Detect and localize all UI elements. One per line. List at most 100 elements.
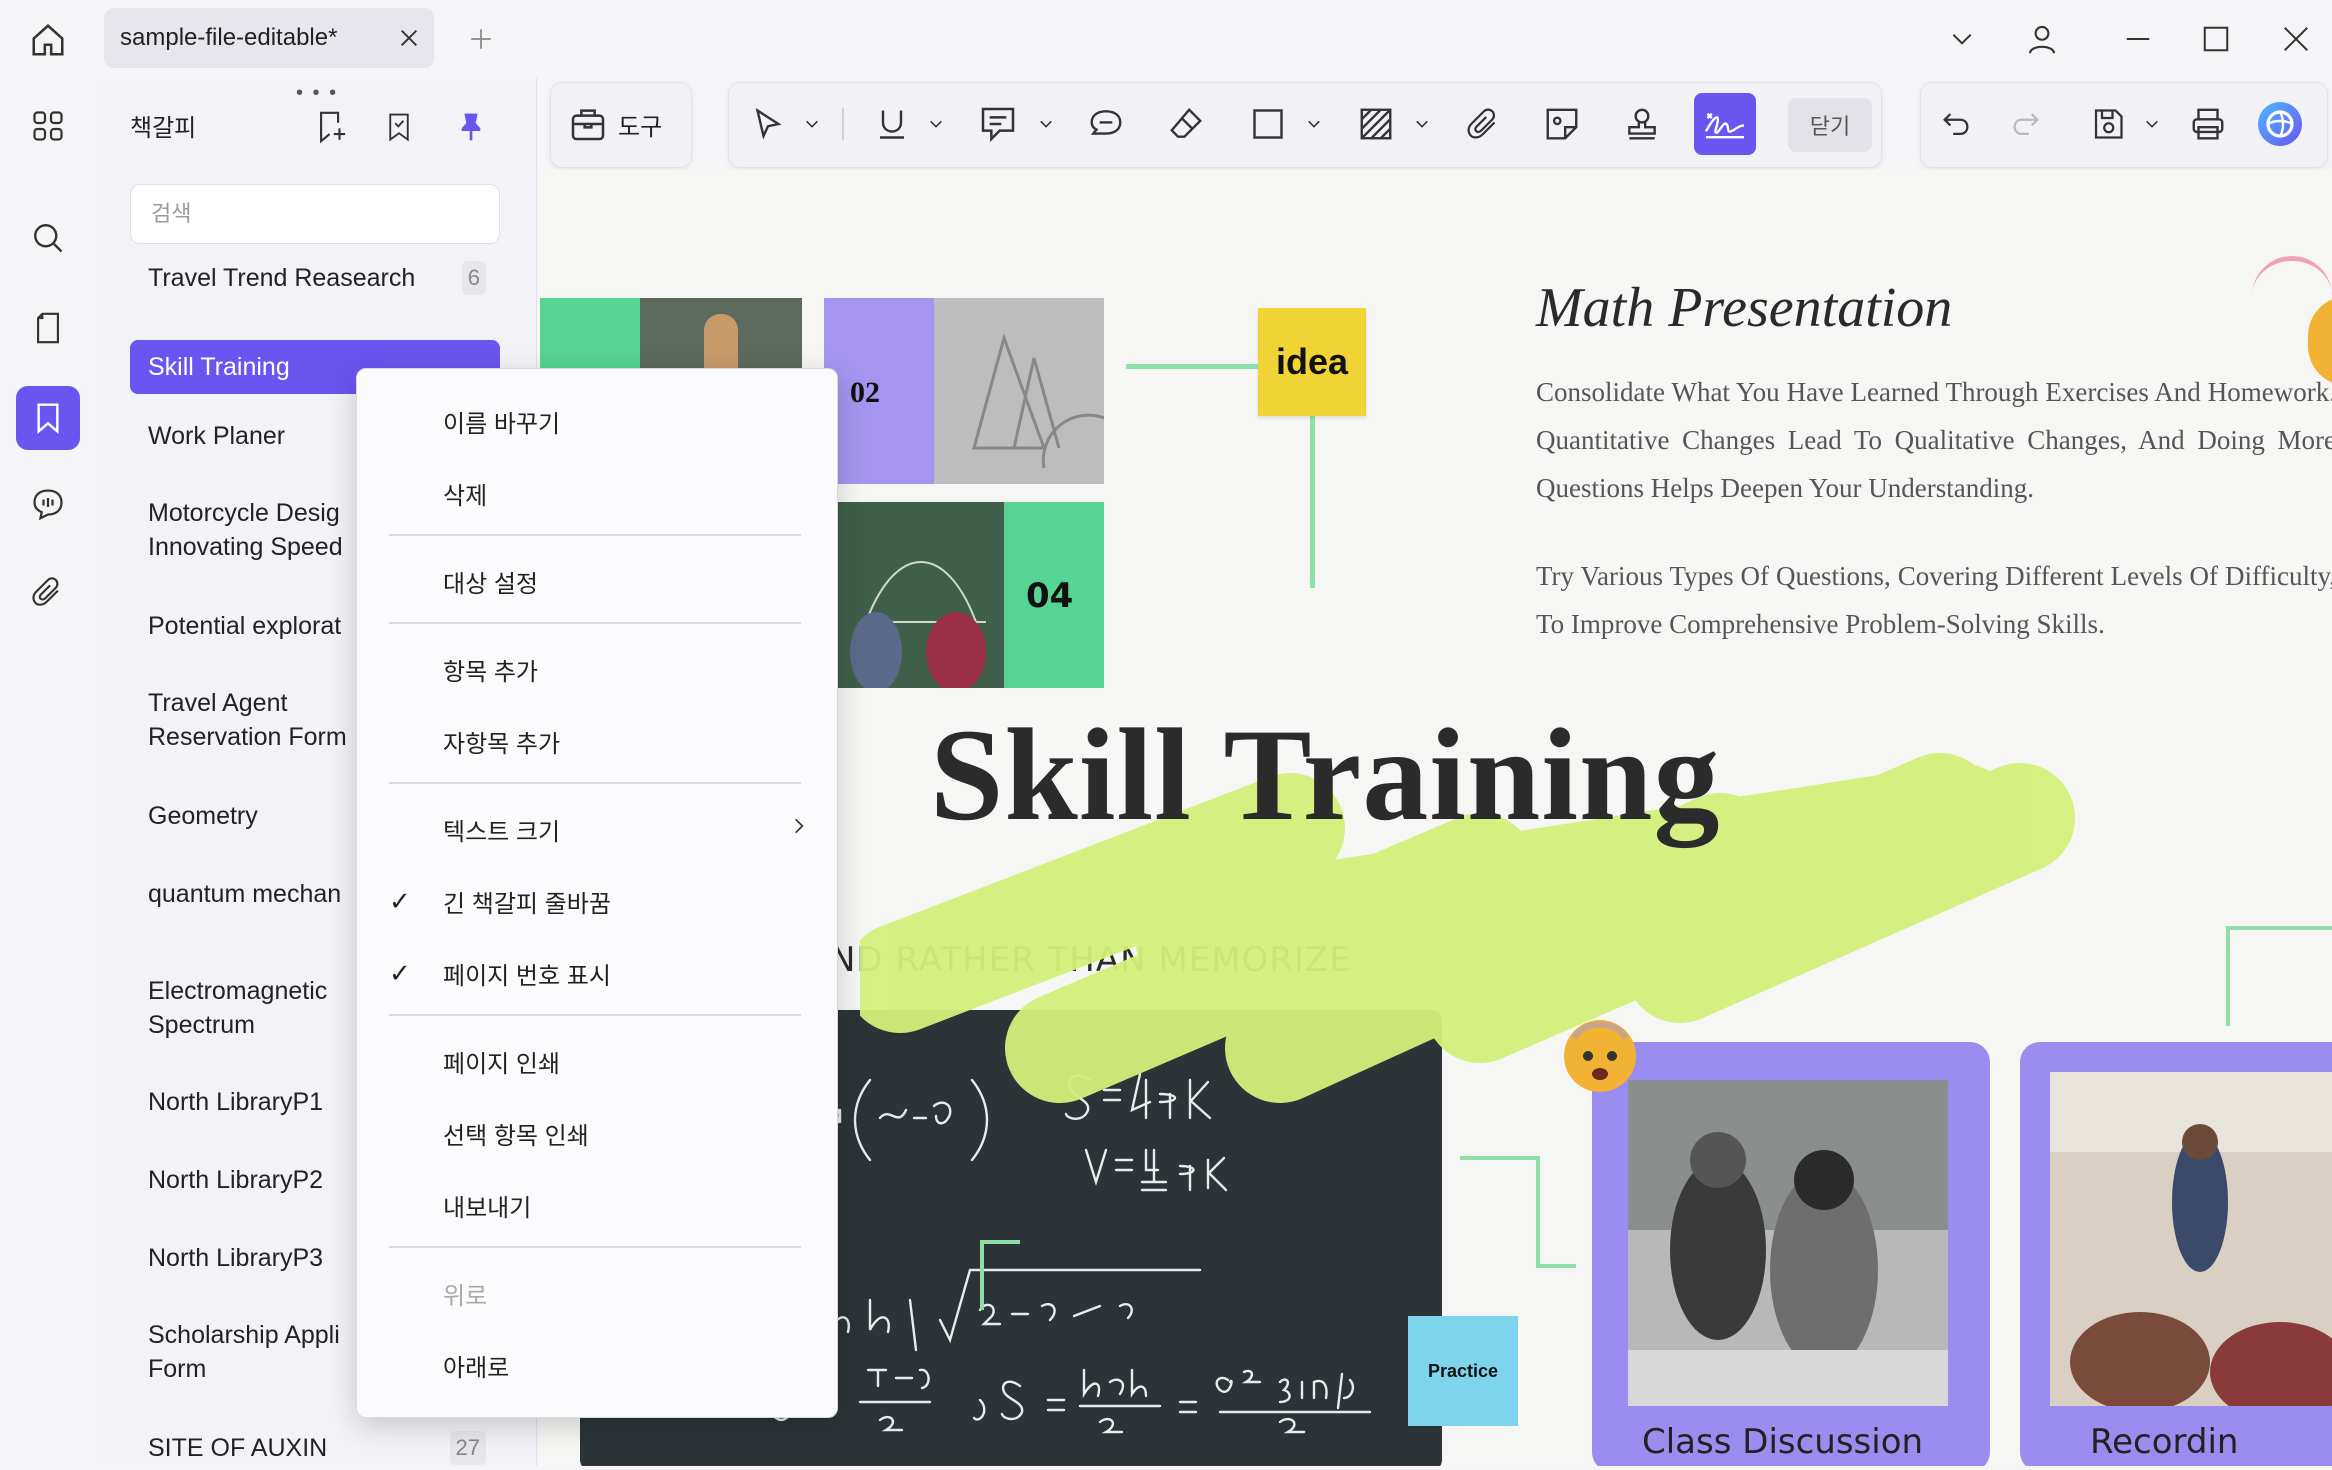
add-bookmark-icon [320, 111, 346, 144]
menu-separator [389, 534, 801, 536]
rail-pages-button[interactable] [16, 296, 80, 360]
close-tools-button[interactable]: 닫기 [1788, 98, 1872, 152]
menu-item-label: 페이지 인쇄 [443, 1050, 561, 1078]
panel-title: 책갈피 [130, 115, 197, 142]
menu-add-child-item[interactable]: 자항목 추가 [357, 715, 837, 767]
printer-icon [2192, 108, 2224, 140]
people-photo-icon [1628, 1080, 1948, 1406]
menu-item-label: 내보내기 [443, 1194, 532, 1222]
paperclip-icon [1467, 108, 1496, 139]
pin-panel-button[interactable] [446, 102, 496, 152]
bookmark-search-input[interactable] [130, 184, 500, 244]
bookmark-label: SITE OF AUXIN [148, 1434, 328, 1462]
maximize-button[interactable] [2186, 10, 2246, 68]
rail-bookmarks-button[interactable] [16, 386, 80, 450]
home-button[interactable] [22, 14, 74, 66]
menu-item-label: 삭제 [443, 482, 488, 510]
bookmark-label: Geometry [148, 802, 258, 830]
menu-delete[interactable]: 삭제 [357, 467, 837, 519]
area-tool-button[interactable] [1348, 96, 1404, 152]
eraser-icon [1170, 107, 1202, 138]
shape-tool-dropdown[interactable] [1304, 112, 1324, 136]
comment-icon [33, 489, 63, 521]
sticker-tool-button[interactable] [1534, 96, 1590, 152]
rectangle-tool-button[interactable] [1240, 96, 1296, 152]
undo-button[interactable] [1928, 96, 1984, 152]
math-paragraph: Try Various Types Of Questions, Covering… [1536, 561, 2332, 639]
area-tool-dropdown[interactable] [1412, 112, 1432, 136]
comment-tool-button[interactable] [970, 96, 1026, 152]
menu-text-size[interactable]: 텍스트 크기 [357, 803, 837, 855]
menu-print-selection[interactable]: 선택 항목 인쇄 [357, 1107, 837, 1159]
page-number-badge: 6 [461, 261, 486, 295]
signature-tool-button[interactable] [1694, 93, 1756, 155]
minimize-button[interactable] [2108, 10, 2168, 68]
underline-tool-dropdown[interactable] [926, 112, 946, 136]
stamp-tool-button[interactable] [1614, 96, 1670, 152]
rail-thumbnails-button[interactable] [16, 94, 80, 158]
window-close-button[interactable] [2266, 10, 2326, 68]
redo-button[interactable] [1998, 96, 2054, 152]
menu-print-page[interactable]: 페이지 인쇄 [357, 1035, 837, 1087]
user-icon [2028, 25, 2056, 54]
maximize-icon [2203, 26, 2229, 52]
classroom-photo-icon [2050, 1072, 2332, 1422]
menu-item-label: 긴 책갈피 줄바꿈 [443, 890, 611, 918]
bookmark-item[interactable]: SITE OF AUXIN 27 [130, 1426, 500, 1470]
card-caption: Recordin [2090, 1422, 2239, 1462]
menu-set-destination[interactable]: 대상 설정 [357, 555, 837, 607]
tab-close-button[interactable] [384, 13, 434, 63]
speech-bubble-icon [981, 107, 1015, 143]
print-button[interactable] [2180, 96, 2236, 152]
note-tool-button[interactable] [1078, 96, 1134, 152]
bookmark-label: North LibraryP2 [148, 1166, 324, 1194]
menu-wrap-long-bookmarks[interactable]: ✓ 긴 책갈피 줄바꿈 [357, 875, 837, 927]
bookmark-label: Skill Training [148, 353, 290, 381]
menu-export[interactable]: 내보내기 [357, 1179, 837, 1231]
bookmark-item[interactable]: Travel Trend Reasearch 6 [130, 256, 500, 300]
home-icon [32, 24, 64, 56]
connector-line [1536, 1156, 1540, 1268]
rail-search-button[interactable] [16, 206, 80, 270]
menu-item-label: 페이지 번호 표시 [443, 962, 611, 990]
new-tab-button[interactable] [456, 14, 506, 64]
bookmark-label: Travel Trend Reasearch [148, 264, 416, 292]
search-icon [34, 224, 63, 253]
tools-button[interactable]: 도구 [568, 96, 662, 152]
menu-item-label: 텍스트 크기 [443, 818, 561, 846]
bookmark-label: Potential explorat [148, 612, 342, 640]
ai-assistant-button[interactable] [2252, 96, 2308, 152]
tab-list-button[interactable] [1932, 10, 1992, 68]
menu-move-down[interactable]: 아래로 [357, 1339, 837, 1391]
attach-tool-button[interactable] [1456, 96, 1512, 152]
save-button[interactable] [2080, 96, 2136, 152]
menu-add-item[interactable]: 항목 추가 [357, 643, 837, 695]
teacher-photo [640, 298, 802, 376]
compass-ruler-icon [972, 333, 1105, 469]
menu-show-page-numbers[interactable]: ✓ 페이지 번호 표시 [357, 947, 837, 999]
rail-comments-button[interactable] [16, 472, 80, 536]
menu-rename[interactable]: 이름 바꾸기 [357, 395, 837, 447]
bookmark-icon [37, 403, 59, 434]
account-button[interactable] [2012, 10, 2072, 68]
pin-icon [461, 113, 481, 141]
rail-attachments-button[interactable] [16, 560, 80, 624]
bookmark-label: North LibraryP1 [148, 1088, 324, 1116]
save-dropdown[interactable] [2142, 112, 2162, 136]
bookmark-label: North LibraryP3 [148, 1244, 324, 1272]
eraser-tool-button[interactable] [1158, 96, 1214, 152]
select-tool-button[interactable] [740, 96, 796, 152]
comment-tool-dropdown[interactable] [1036, 112, 1056, 136]
menu-item-label: 이름 바꾸기 [443, 410, 561, 438]
select-tool-dropdown[interactable] [802, 112, 822, 136]
hatched-area-icon [1360, 108, 1392, 140]
document-tab[interactable]: sample-file-editable* [104, 8, 434, 68]
close-icon [2284, 27, 2308, 51]
underline-icon [880, 110, 904, 139]
checkmark-icon: ✓ [389, 885, 411, 916]
bookmark-option-button[interactable] [374, 102, 424, 152]
add-bookmark-button[interactable] [306, 102, 356, 152]
class-discussion-photo [1628, 1080, 1948, 1406]
save-icon [2094, 109, 2123, 139]
underline-tool-button[interactable] [864, 96, 920, 152]
